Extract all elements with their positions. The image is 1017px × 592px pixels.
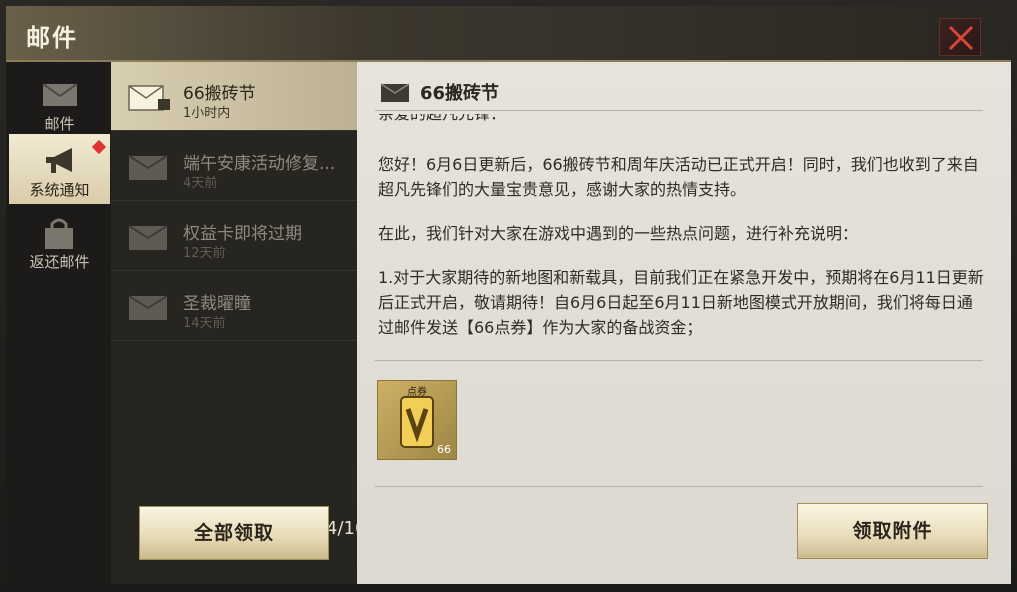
sidebar-item-returned-mail[interactable]: 返还邮件 bbox=[9, 206, 110, 276]
mail-detail-panel: 66搬砖节 亲爱的超凡先锋： 您好！6月6日更新后，66搬砖节和周年庆活动已正式… bbox=[357, 62, 1011, 584]
attachment-quantity: 66 bbox=[437, 443, 451, 456]
greeting-line: 亲爱的超凡先锋： bbox=[378, 114, 506, 126]
title-divider bbox=[375, 110, 983, 111]
mail-paragraph: 1.对于大家期待的新地图和新载具，目前我们正在紧急开发中，预期将在6月11日更新… bbox=[378, 268, 984, 337]
footer-divider bbox=[375, 486, 983, 487]
close-icon bbox=[948, 25, 974, 51]
page-title: 邮件 bbox=[26, 24, 78, 52]
envelope-icon bbox=[128, 295, 168, 320]
mail-list-item[interactable]: 端午安康活动修复... 4天前 bbox=[111, 132, 357, 201]
mail-detail-title: 66搬砖节 bbox=[420, 83, 500, 104]
envelope-open-icon bbox=[128, 85, 170, 111]
shopping-bag-icon bbox=[45, 218, 73, 249]
sidebar-item-label: 返还邮件 bbox=[29, 253, 90, 271]
attachment-item[interactable]: 点券 66 bbox=[377, 380, 457, 460]
mail-paragraph: 在此，我们针对大家在游戏中遇到的一些热点问题，进行补充说明： bbox=[378, 224, 859, 243]
sidebar-item-label: 邮件 bbox=[44, 115, 75, 133]
mail-list-item[interactable]: 圣裁曜瞳 14天前 bbox=[111, 272, 357, 341]
envelope-icon bbox=[128, 155, 168, 180]
mail-title: 权益卡即将过期 bbox=[183, 224, 302, 244]
notification-badge bbox=[91, 139, 107, 155]
megaphone-icon bbox=[46, 148, 72, 173]
sidebar-item-label: 系统通知 bbox=[29, 181, 90, 199]
sidebar: 邮件 系统通知 返还邮件 bbox=[6, 62, 111, 584]
mail-title: 66搬砖节 bbox=[183, 84, 256, 104]
mail-time: 4天前 bbox=[183, 176, 218, 191]
mail-list-item[interactable]: 权益卡即将过期 12天前 bbox=[111, 202, 357, 271]
mail-title: 圣裁曜瞳 bbox=[183, 294, 251, 314]
close-button[interactable] bbox=[939, 18, 981, 56]
mail-title: 端午安康活动修复... bbox=[183, 154, 336, 174]
mail-paragraph: 您好！6月6日更新后，66搬砖节和周年庆活动已正式开启！同时，我们也收到了来自超… bbox=[378, 155, 979, 199]
voucher-icon bbox=[400, 396, 434, 448]
sidebar-item-mail[interactable]: 邮件 bbox=[9, 68, 110, 138]
content-divider bbox=[375, 360, 983, 361]
mail-time: 14天前 bbox=[183, 316, 226, 331]
claim-all-button[interactable]: 全部领取 bbox=[139, 506, 329, 560]
claim-attachment-button[interactable]: 领取附件 bbox=[797, 503, 988, 559]
envelope-icon bbox=[128, 225, 168, 250]
header-bar: 邮件 bbox=[6, 6, 1011, 62]
mail-list-item[interactable]: 66搬砖节 1小时内 bbox=[111, 62, 357, 131]
sidebar-item-system-notice[interactable]: 系统通知 bbox=[9, 134, 110, 204]
mail-time: 1小时内 bbox=[183, 106, 231, 121]
envelope-icon bbox=[380, 83, 410, 102]
envelope-icon bbox=[42, 83, 78, 106]
mail-time: 12天前 bbox=[183, 246, 226, 261]
